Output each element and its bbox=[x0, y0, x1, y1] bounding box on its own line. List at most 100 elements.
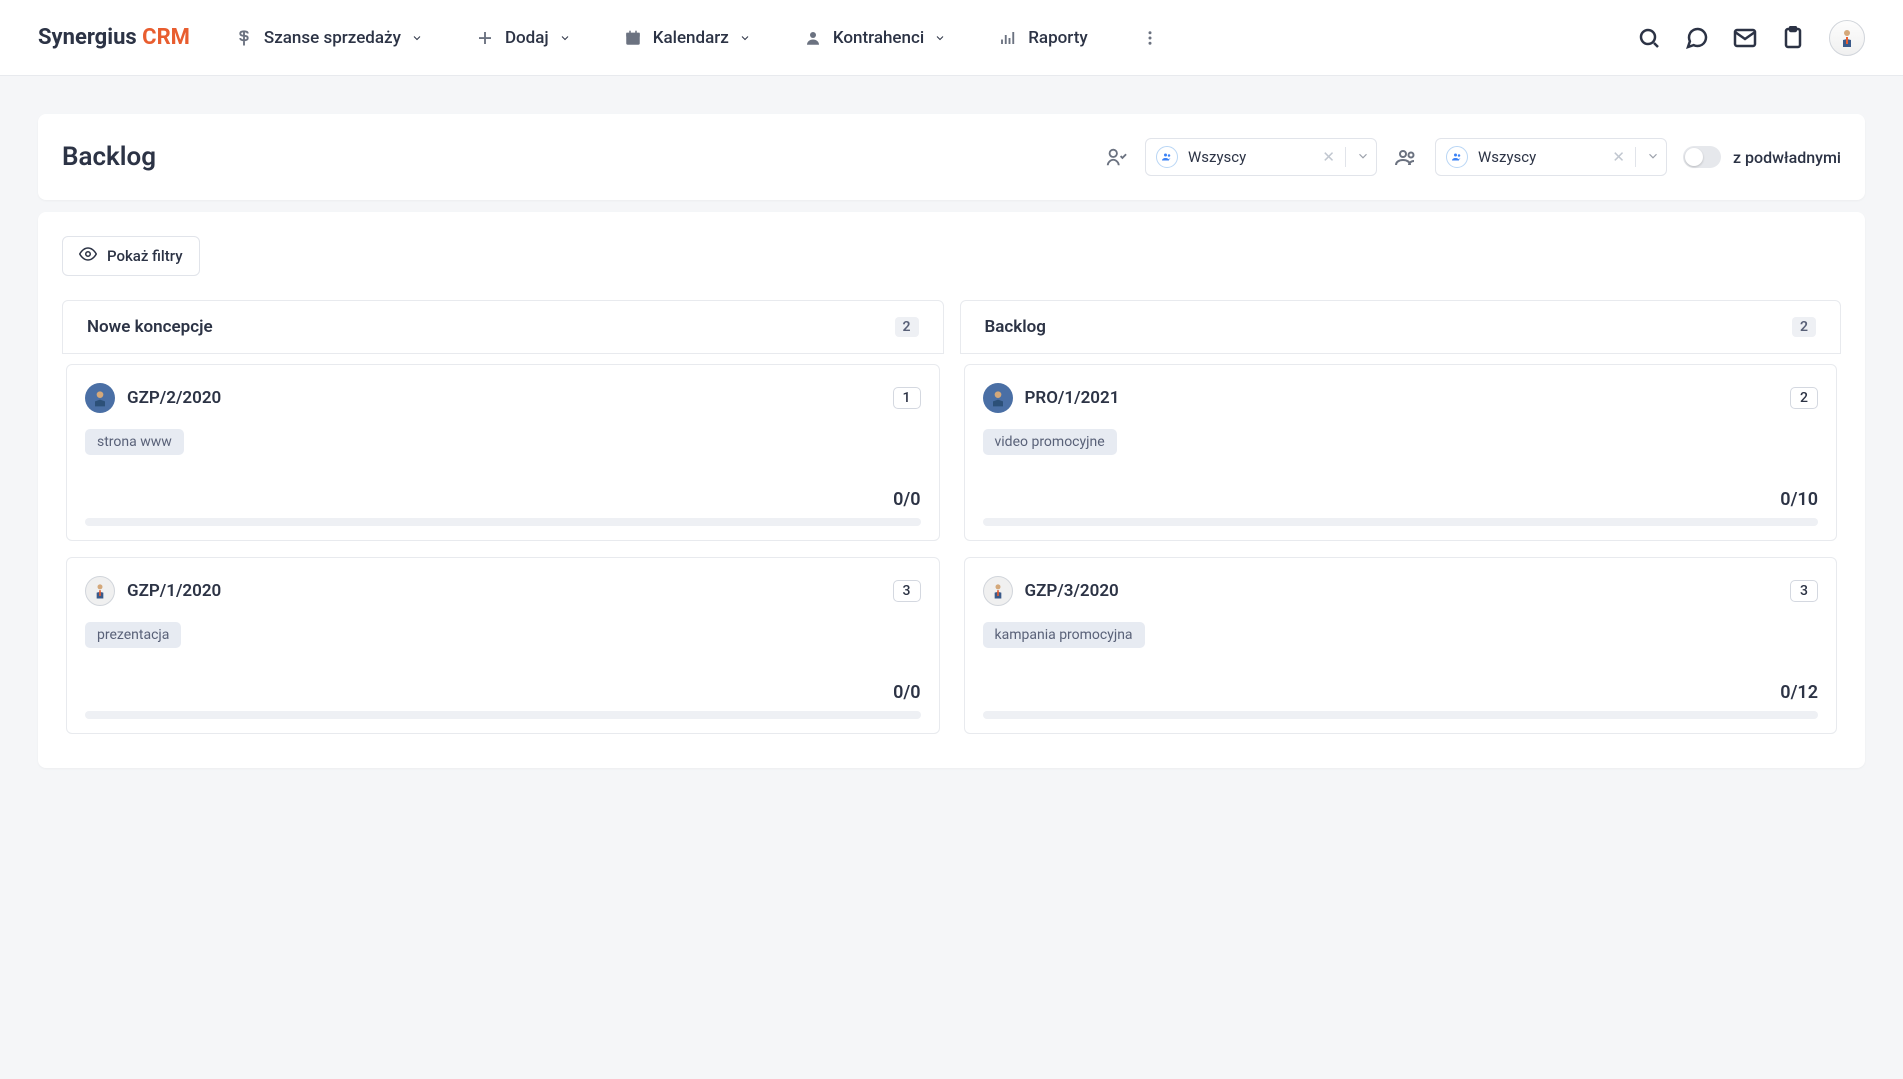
logo-suffix: CRM bbox=[142, 25, 190, 50]
column-header[interactable]: Nowe koncepcje 2 bbox=[62, 300, 944, 354]
card-tags: kampania promocyjna bbox=[983, 622, 1819, 648]
users-icon bbox=[1446, 146, 1468, 168]
column-count: 2 bbox=[895, 317, 919, 337]
clear-icon[interactable]: ✕ bbox=[1322, 148, 1335, 166]
card-badge: 2 bbox=[1790, 387, 1818, 409]
subordinates-toggle-label: z podwładnymi bbox=[1733, 148, 1841, 167]
chat-icon[interactable] bbox=[1685, 26, 1709, 50]
column-count: 2 bbox=[1792, 317, 1816, 337]
card-tag: prezentacja bbox=[85, 622, 181, 648]
kanban-card[interactable]: GZP/1/2020 3 prezentacja 0/0 bbox=[66, 557, 940, 734]
more-vertical-icon bbox=[1140, 28, 1160, 48]
filter-group-label: Wszyscy bbox=[1478, 148, 1602, 166]
card-header: GZP/3/2020 3 bbox=[983, 576, 1819, 606]
clear-icon[interactable]: ✕ bbox=[1612, 148, 1625, 166]
card-header: GZP/1/2020 3 bbox=[85, 576, 921, 606]
columns: Nowe koncepcje 2 GZP/2/2020 1 strona www bbox=[62, 300, 1841, 744]
card-progress-bar bbox=[983, 711, 1819, 719]
card-avatar bbox=[85, 383, 115, 413]
plus-icon bbox=[475, 28, 495, 48]
nav-contractors-label: Kontrahenci bbox=[833, 28, 924, 48]
filter-user-label: Wszyscy bbox=[1188, 148, 1312, 166]
card-tags: strona www bbox=[85, 429, 921, 455]
card-id: GZP/3/2020 bbox=[1025, 581, 1119, 601]
nav-reports[interactable]: Raporty bbox=[998, 28, 1087, 48]
filter-bar-controls: Wszyscy ✕ Wszyscy ✕ z podwładnymi bbox=[1103, 138, 1841, 176]
column-backlog: Backlog 2 PRO/1/2021 2 video promocyjne bbox=[960, 300, 1842, 744]
kanban-board: Pokaż filtry Nowe koncepcje 2 GZP/2/2020… bbox=[38, 212, 1865, 768]
nav-sales[interactable]: Szanse sprzedaży bbox=[234, 28, 423, 48]
card-avatar bbox=[983, 576, 1013, 606]
show-filters-label: Pokaż filtry bbox=[107, 247, 183, 265]
clipboard-icon[interactable] bbox=[1781, 26, 1805, 50]
search-icon[interactable] bbox=[1637, 26, 1661, 50]
card-progress-text: 0/0 bbox=[85, 489, 921, 510]
card-header: GZP/2/2020 1 bbox=[85, 383, 921, 413]
calendar-icon bbox=[623, 28, 643, 48]
dollar-icon bbox=[234, 28, 254, 48]
card-id: PRO/1/2021 bbox=[1025, 388, 1120, 408]
nav-add[interactable]: Dodaj bbox=[475, 28, 571, 48]
column-title: Backlog bbox=[985, 317, 1046, 337]
nav-calendar-label: Kalendarz bbox=[653, 28, 729, 48]
kanban-card[interactable]: GZP/3/2020 3 kampania promocyjna 0/12 bbox=[964, 557, 1838, 734]
card-badge: 1 bbox=[893, 387, 921, 409]
column-header[interactable]: Backlog 2 bbox=[960, 300, 1842, 354]
separator bbox=[1635, 147, 1636, 167]
filter-user-select[interactable]: Wszyscy ✕ bbox=[1145, 138, 1377, 176]
mail-icon[interactable] bbox=[1733, 26, 1757, 50]
kanban-card[interactable]: PRO/1/2021 2 video promocyjne 0/10 bbox=[964, 364, 1838, 541]
card-tag: strona www bbox=[85, 429, 184, 455]
column-title: Nowe koncepcje bbox=[87, 317, 213, 337]
main-header: Synergius CRM Szanse sprzedaży Dodaj Kal… bbox=[0, 0, 1903, 76]
chevron-down-icon bbox=[1646, 148, 1658, 167]
filter-group-select[interactable]: Wszyscy ✕ bbox=[1435, 138, 1667, 176]
column-body: GZP/2/2020 1 strona www 0/0 bbox=[62, 354, 944, 744]
nav-contractors[interactable]: Kontrahenci bbox=[803, 28, 946, 48]
column-new-concepts: Nowe koncepcje 2 GZP/2/2020 1 strona www bbox=[62, 300, 944, 744]
group-icon[interactable] bbox=[1393, 144, 1419, 170]
header-right bbox=[1637, 20, 1865, 56]
nav-more[interactable] bbox=[1140, 28, 1160, 48]
separator bbox=[1345, 147, 1346, 167]
show-filters-button[interactable]: Pokaż filtry bbox=[62, 236, 200, 276]
kanban-card[interactable]: GZP/2/2020 1 strona www 0/0 bbox=[66, 364, 940, 541]
logo: Synergius CRM bbox=[38, 25, 190, 50]
card-progress-text: 0/12 bbox=[983, 682, 1819, 703]
progress-value: 0/12 bbox=[1780, 682, 1818, 703]
progress-value: 0/0 bbox=[893, 682, 920, 703]
subordinates-toggle-wrap: z podwładnymi bbox=[1683, 146, 1841, 168]
card-tag: video promocyjne bbox=[983, 429, 1117, 455]
card-progress-bar bbox=[85, 518, 921, 526]
users-icon bbox=[1156, 146, 1178, 168]
subordinates-toggle[interactable] bbox=[1683, 146, 1721, 168]
column-body: PRO/1/2021 2 video promocyjne 0/10 bbox=[960, 354, 1842, 744]
card-badge: 3 bbox=[1790, 580, 1818, 602]
card-progress-bar bbox=[983, 518, 1819, 526]
logo-text: Synergius bbox=[38, 25, 137, 50]
card-avatar bbox=[85, 576, 115, 606]
page-title: Backlog bbox=[62, 142, 156, 172]
card-tag: kampania promocyjna bbox=[983, 622, 1145, 648]
card-badge: 3 bbox=[893, 580, 921, 602]
filter-bar: Backlog Wszyscy ✕ Wszyscy ✕ bbox=[38, 114, 1865, 200]
card-tags: video promocyjne bbox=[983, 429, 1819, 455]
card-header: PRO/1/2021 2 bbox=[983, 383, 1819, 413]
main-nav: Szanse sprzedaży Dodaj Kalendarz Kontrah… bbox=[234, 28, 1160, 48]
chart-icon bbox=[998, 28, 1018, 48]
card-progress-text: 0/10 bbox=[983, 489, 1819, 510]
card-avatar bbox=[983, 383, 1013, 413]
progress-value: 0/0 bbox=[893, 489, 920, 510]
chevron-down-icon bbox=[559, 32, 571, 44]
nav-sales-label: Szanse sprzedaży bbox=[264, 28, 401, 48]
person-assign-icon[interactable] bbox=[1103, 144, 1129, 170]
chevron-down-icon bbox=[1356, 148, 1368, 167]
user-avatar[interactable] bbox=[1829, 20, 1865, 56]
nav-reports-label: Raporty bbox=[1028, 28, 1087, 48]
nav-calendar[interactable]: Kalendarz bbox=[623, 28, 751, 48]
card-id: GZP/1/2020 bbox=[127, 581, 221, 601]
card-progress-text: 0/0 bbox=[85, 682, 921, 703]
chevron-down-icon bbox=[739, 32, 751, 44]
card-tags: prezentacja bbox=[85, 622, 921, 648]
nav-add-label: Dodaj bbox=[505, 28, 549, 48]
